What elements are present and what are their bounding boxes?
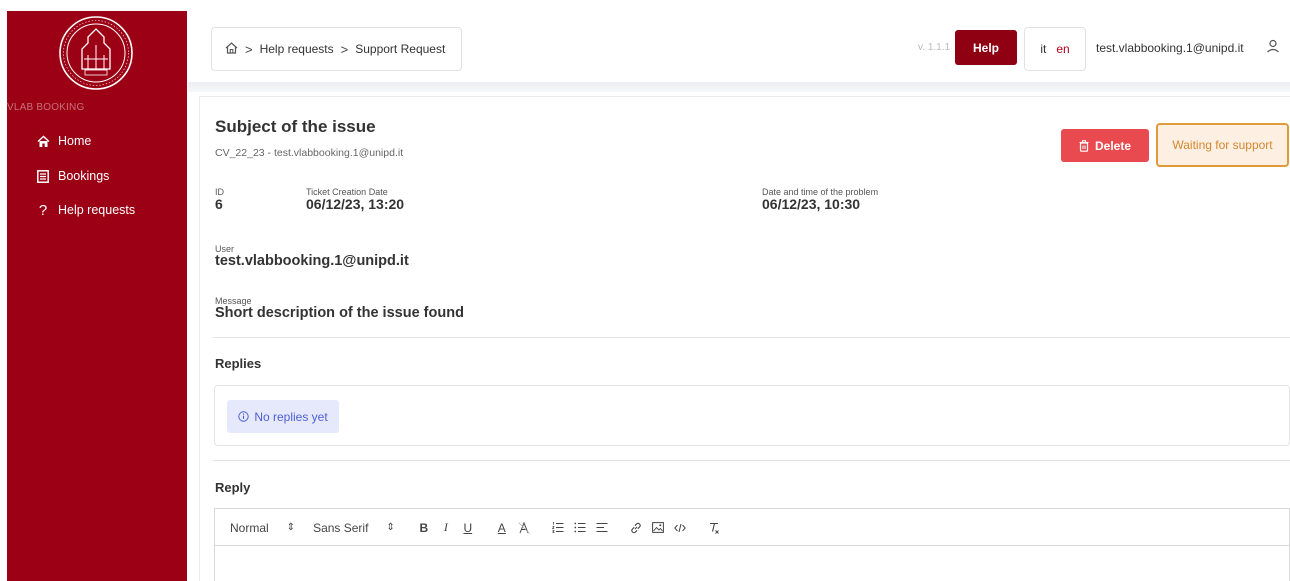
sidebar-item-home[interactable]: Home [36,134,91,148]
code-icon[interactable] [669,517,691,539]
breadcrumb-item-support-request: Support Request [355,42,446,56]
question-icon: ? [38,201,48,219]
lang-en-link[interactable]: en [1056,42,1069,56]
brand-name: VLAB BOOKING [7,102,85,113]
no-replies-alert: No replies yet [227,400,339,433]
format-select-value: Normal [230,520,269,535]
language-switcher: it en [1024,27,1086,71]
replies-list [214,385,1290,446]
reply-title: Reply [215,480,251,495]
lang-it-link[interactable]: it [1040,42,1046,56]
text-color-icon[interactable]: A [491,517,513,539]
header-divider [188,82,1290,92]
user-email: test.vlabbooking.1@unipd.it [1096,41,1244,55]
home-icon[interactable] [225,41,238,57]
font-select[interactable]: Sans Serif ⇕ [313,521,395,535]
breadcrumb-item-help-requests[interactable]: Help requests [260,42,334,56]
bookings-icon [36,169,50,183]
problem-date-value: 06/12/23, 10:30 [762,196,861,212]
help-button[interactable]: Help [955,30,1017,65]
sidebar: VLAB BOOKING Home Bookings ? Help reques… [7,11,187,581]
sidebar-item-bookings[interactable]: Bookings [36,169,109,183]
bullet-list-icon[interactable] [569,517,591,539]
chevron-right-icon: > [340,41,349,57]
sidebar-item-label: Bookings [58,169,110,183]
sidebar-item-help-requests[interactable]: ? Help requests [36,201,136,219]
version-label: v. 1.1.1 [918,42,951,53]
sidebar-item-label: Help requests [58,203,136,217]
updown-arrows-icon: ⇕ [286,522,296,533]
breadcrumb: > Help requests > Support Request [211,27,462,71]
delete-label: Delete [1094,138,1132,153]
ticket-subline: CV_22_23 - test.vlabbooking.1@unipd.it [215,147,404,159]
updown-arrows-icon: ⇕ [386,522,395,533]
creation-date-value: 06/12/23, 13:20 [306,196,405,212]
user-icon[interactable] [1266,39,1280,53]
image-icon[interactable] [647,517,669,539]
info-icon [238,411,250,422]
replies-title: Replies [215,356,262,371]
divider [213,337,1290,338]
trash-icon [1079,139,1089,152]
ordered-list-icon[interactable] [547,517,569,539]
home-icon [36,134,50,148]
italic-icon[interactable]: I [435,517,457,539]
link-icon[interactable] [625,517,647,539]
bold-icon[interactable]: B [413,517,435,539]
ticket-subject: Subject of the issue [215,117,376,136]
format-select[interactable]: Normal ⇕ [230,521,295,535]
align-icon[interactable] [591,517,613,539]
id-value: 6 [215,196,223,212]
delete-button[interactable]: Delete [1061,129,1149,162]
underline-icon[interactable]: U [457,517,479,539]
divider [213,460,1290,461]
editor-toolbar: Normal ⇕ Sans Serif ⇕ B I U A [214,508,1290,546]
font-select-value: Sans Serif [313,520,369,535]
message-value: Short description of the issue found [215,305,464,321]
clear-format-icon[interactable] [703,517,725,539]
chevron-right-icon: > [245,41,253,57]
user-value: test.vlabbooking.1@unipd.it [215,253,409,269]
university-seal-logo [59,16,133,90]
sidebar-item-label: Home [58,134,92,148]
reply-editor[interactable] [214,545,1290,581]
no-replies-text: No replies yet [254,409,328,424]
app-root: VLAB BOOKING Home Bookings ? Help reques… [0,0,1290,581]
background-color-icon[interactable] [513,517,535,539]
status-badge: Waiting for support [1156,123,1289,167]
